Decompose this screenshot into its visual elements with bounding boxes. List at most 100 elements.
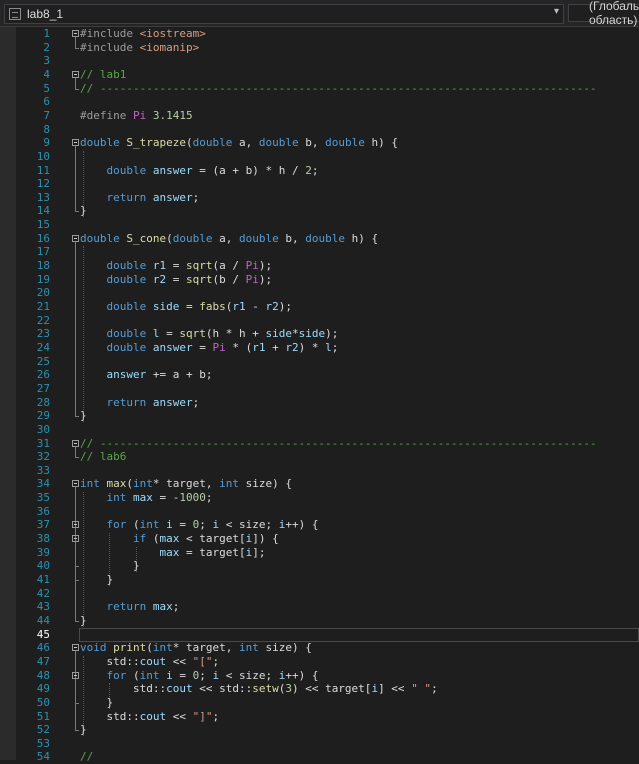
code-line[interactable]: 38 if (max < target[i]) { [16,532,639,546]
code-editor[interactable]: 1 #include <iostream> 2 #include <iomanip> 3… [16,27,639,763]
code-line[interactable]: 27 [16,382,639,396]
code-line[interactable]: 1 #include <iostream> [16,27,639,41]
code-text: // -------------------------------------… [80,437,597,451]
collapse-icon[interactable] [72,139,79,147]
code-line[interactable]: 36 [16,505,639,519]
code-token: ; [192,395,200,409]
code-line[interactable]: 33 [16,464,639,478]
code-line[interactable]: 50 } [16,696,639,710]
code-line[interactable]: 35 int max = -1000; [16,491,639,505]
code-line[interactable]: 25 [16,355,639,369]
code-line[interactable]: 7 #define Pi 3.1415 [16,109,639,123]
code-line[interactable]: 46 void print(int* target, int size) { [16,641,639,655]
code-token: * target, [152,477,220,491]
file-dropdown[interactable]: lab8_1 ▾ [4,4,564,24]
code-line[interactable]: 44} [16,614,639,628]
code-line[interactable]: 22 [16,314,639,328]
code-line[interactable]: 3 [16,54,639,68]
code-line[interactable]: 41 } [16,573,639,587]
code-line[interactable]: 52} [16,723,639,737]
code-line[interactable]: 12 [16,177,639,191]
line-number: 6 [43,95,50,109]
code-line[interactable]: 4 // lab1 [16,68,639,82]
code-line[interactable]: 5 // ------------------------------------… [16,82,639,96]
line-number: 24 [36,340,50,354]
collapse-icon[interactable] [72,521,79,529]
collapse-icon[interactable] [72,671,79,679]
code-token: ( [126,477,133,491]
code-token: = [179,300,200,313]
code-token: cout [139,709,167,723]
code-token: Pi [245,272,259,286]
code-token: ] << [378,682,412,696]
code-line[interactable]: 8 [16,123,639,137]
code-line[interactable]: 24 double answer = Pi * (r1 + r2) * l; [16,341,639,355]
collapse-icon[interactable] [72,439,79,447]
code-line[interactable]: 6 [16,95,639,109]
code-line[interactable]: 20 [16,286,639,300]
line-number: 10 [36,149,50,163]
code-line[interactable]: 31 // -----------------------------------… [16,437,639,451]
code-token: <iomanip> [139,40,200,54]
code-token: = [159,327,180,341]
code-line[interactable]: 34 int max(int* target, int size) { [16,477,639,491]
code-token: // lab1 [80,67,127,81]
code-line[interactable]: 30 [16,423,639,437]
code-line[interactable]: 49 std::cout << std::setw(3) << target[i… [16,682,639,696]
code-token: ); [278,300,292,313]
code-line[interactable]: 53 [16,737,639,751]
code-line[interactable]: 13 return answer; [16,191,639,205]
code-token: " " [411,682,432,696]
code-line[interactable]: 11 double answer = (a + b) * h / 2; [16,164,639,178]
code-token: * target, [172,641,239,655]
line-number: 46 [36,641,50,655]
code-line[interactable]: 9 double S_trapeze(double a, double b, do… [16,136,639,150]
code-line[interactable]: 26 answer += a + b; [16,368,639,382]
code-line[interactable]: 17 [16,245,639,259]
code-token: += a + b; [146,368,213,382]
code-line[interactable]: 48 for (int i = 0; i < size; i++) { [16,669,639,683]
code-token: b, [278,231,306,245]
code-token: ; [212,709,220,723]
code-line[interactable]: 10 [16,150,639,164]
collapse-icon[interactable] [72,70,79,78]
code-line[interactable]: 51 std::cout << "]"; [16,710,639,724]
file-name: lab8_1 [27,7,64,21]
code-line[interactable]: 23 double l = sqrt(h * h + side*side); [16,327,639,341]
code-token: double [106,163,147,177]
line-number: 21 [36,300,50,313]
code-line[interactable]: 14} [16,204,639,218]
code-line[interactable]: 18 double r1 = sqrt(a / Pi); [16,259,639,273]
line-number: 48 [36,668,50,682]
code-line[interactable]: 19 double r2 = sqrt(b / Pi); [16,273,639,287]
code-line[interactable]: 21 double side = fabs(r1 - r2); [16,300,639,314]
code-line[interactable]: 28 return answer; [16,396,639,410]
code-line[interactable]: 42 [16,587,639,601]
code-text: double r2 = sqrt(b / Pi); [80,272,273,287]
collapse-icon[interactable] [72,535,79,543]
chevron-down-icon[interactable]: ▾ [554,6,559,17]
code-line[interactable]: 29} [16,409,639,423]
code-line[interactable]: 2 #include <iomanip> [16,41,639,55]
scope-dropdown[interactable]: (Глобальная область) [568,0,639,27]
code-line[interactable]: 40 } [16,559,639,573]
collapse-icon[interactable] [72,480,79,488]
code-token: side [152,300,180,313]
code-line[interactable]: 15 [16,218,639,232]
code-line[interactable]: 47 std::cout << "["; [16,655,639,669]
code-line[interactable]: 43 return max; [16,600,639,614]
collapse-icon[interactable] [72,644,79,652]
collapse-icon[interactable] [72,234,79,242]
code-line[interactable]: 32 // lab6 [16,450,639,464]
code-line[interactable]: 45 [16,628,639,642]
code-line[interactable]: 39 max = target[i]; [16,546,639,560]
collapse-icon[interactable] [72,30,79,37]
code-line[interactable]: 54 // [16,750,639,764]
code-token: } [80,559,140,573]
code-line[interactable]: 37 for (int i = 0; i < size; i++) { [16,518,639,532]
code-line[interactable]: 16 double S_cone(double a, double b, doub… [16,232,639,246]
code-text: std::cout << std::setw(3) << target[i] <… [80,682,438,696]
